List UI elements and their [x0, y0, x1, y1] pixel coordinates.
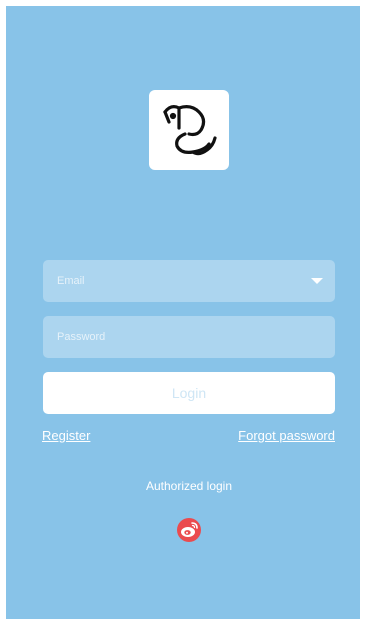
- password-input[interactable]: [43, 316, 335, 358]
- weibo-icon: [177, 518, 201, 542]
- password-field[interactable]: [43, 316, 335, 358]
- email-field[interactable]: [43, 260, 335, 302]
- caret-down-icon[interactable]: [311, 278, 323, 284]
- authorized-login-label: Authorized login: [145, 479, 233, 493]
- login-screen: Login Register Forgot password Authorize…: [6, 6, 360, 619]
- email-input[interactable]: [43, 260, 335, 302]
- register-link[interactable]: Register: [42, 428, 90, 443]
- forgot-password-link[interactable]: Forgot password: [238, 428, 335, 443]
- weibo-login-button[interactable]: [177, 518, 201, 542]
- app-logo: [149, 90, 229, 170]
- dog-logo-icon: [163, 105, 217, 156]
- login-button[interactable]: Login: [43, 372, 335, 414]
